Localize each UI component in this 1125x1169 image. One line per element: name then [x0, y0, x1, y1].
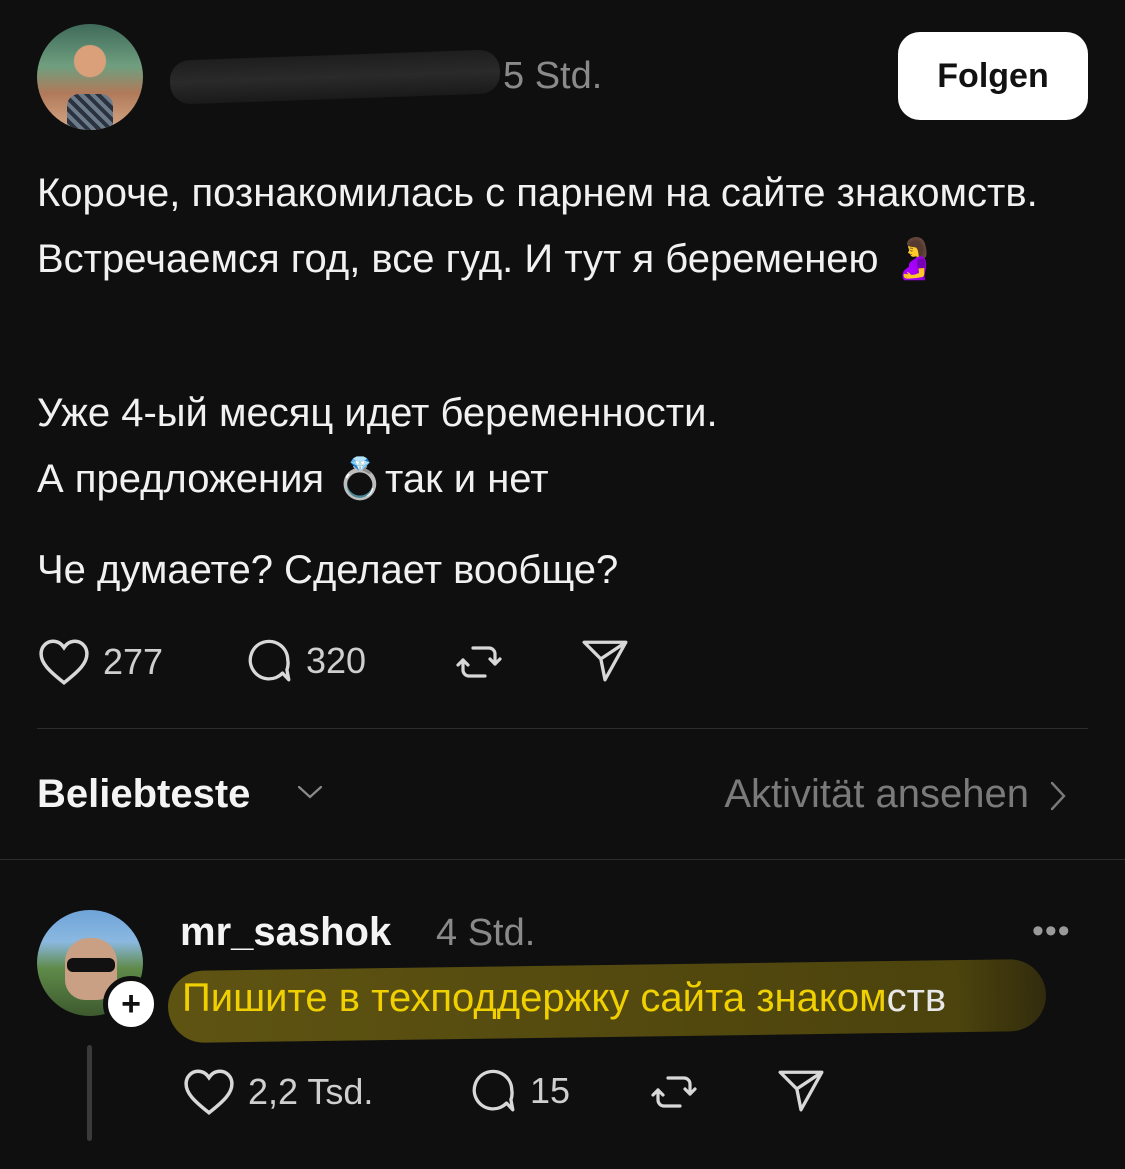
post-line-2b: А предложения 💍так и нет	[37, 457, 549, 501]
heart-icon	[37, 638, 91, 686]
comment-icon	[468, 1066, 518, 1116]
more-icon[interactable]: •••	[1032, 912, 1071, 951]
comment-text-highlighted: Пишите в техподдержку сайта знаком	[182, 976, 887, 1020]
comment-like-count: 2,2 Tsd.	[248, 1071, 374, 1112]
comment-repost-button[interactable]	[650, 1068, 698, 1116]
repost-icon	[650, 1068, 698, 1116]
heart-icon	[182, 1068, 236, 1116]
like-button[interactable]: 277	[37, 638, 163, 686]
post-paragraph-2: Уже 4-ый месяц идет беременности. А пред…	[37, 380, 1097, 512]
chevron-down-icon[interactable]	[296, 782, 324, 807]
plus-icon[interactable]: +	[103, 976, 159, 1032]
post-divider	[37, 728, 1088, 729]
post-paragraph-1: Короче, познакомилась с парнем на сайте …	[37, 171, 1038, 281]
share-icon	[776, 1068, 826, 1114]
comment-reply-count: 15	[530, 1070, 571, 1111]
comment-share-button[interactable]	[776, 1068, 826, 1114]
like-count: 277	[103, 641, 164, 682]
share-icon	[580, 638, 630, 684]
repost-button[interactable]	[455, 638, 503, 686]
follow-button[interactable]: Folgen	[898, 32, 1088, 120]
comment-timestamp: 4 Std.	[436, 912, 536, 954]
comment-icon	[244, 636, 294, 686]
view-activity-link[interactable]: Aktivität ansehen	[724, 772, 1029, 817]
chevron-right-icon[interactable]	[1047, 779, 1069, 818]
comment-text: Пишите в техподдержку сайта знакомств	[182, 976, 946, 1021]
comment-button[interactable]: 320	[244, 636, 366, 686]
repost-icon	[455, 638, 503, 686]
post-author-avatar[interactable]	[37, 24, 143, 130]
comment-text-rest: ств	[886, 976, 947, 1020]
sort-dropdown-label[interactable]: Beliebteste	[37, 772, 250, 817]
post-timestamp: 5 Std.	[503, 55, 603, 97]
post-line-2a: Уже 4-ый месяц идет беременности.	[37, 391, 718, 435]
thread-line	[87, 1045, 92, 1141]
comment-reply-button[interactable]: 15	[468, 1066, 570, 1116]
comment-like-button[interactable]: 2,2 Tsd.	[182, 1068, 373, 1116]
share-button[interactable]	[580, 638, 630, 684]
comment-count: 320	[306, 640, 367, 681]
section-divider	[0, 859, 1125, 860]
comment-author-username[interactable]: mr_sashok	[180, 910, 391, 955]
post-paragraph-3: Че думаете? Сделает вообще?	[37, 548, 619, 592]
